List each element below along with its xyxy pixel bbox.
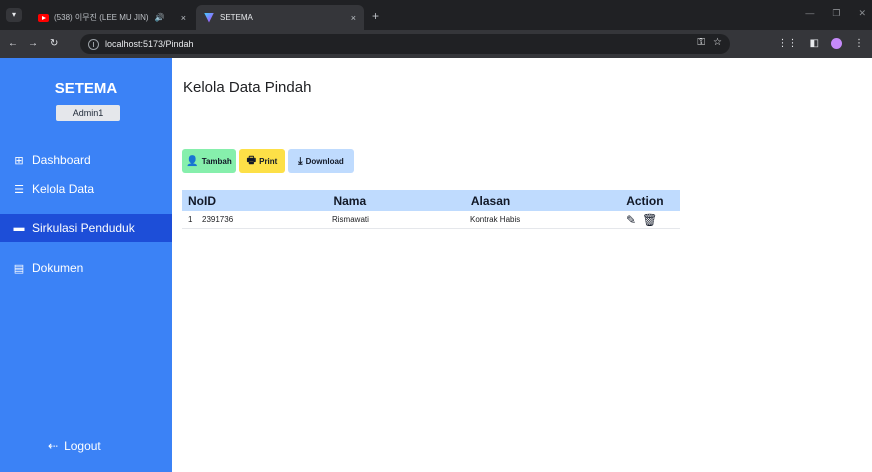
cell-id: 2391736	[202, 215, 234, 224]
page-title: Kelola Data Pindah	[183, 79, 312, 96]
header-action: Action	[626, 193, 664, 208]
url-text: localhost:5173/Pindah	[105, 39, 194, 49]
tab-youtube[interactable]: (538) 이무진 (LEE MU JIN) 🔊 ×	[30, 5, 194, 30]
printer-icon: 🖶	[246, 154, 257, 166]
cell-no: 1	[188, 215, 193, 224]
browser-tab-bar: ▾ (538) 이무진 (LEE MU JIN) 🔊 × SETEMA × + …	[0, 0, 872, 30]
document-icon: ▤	[13, 262, 25, 275]
reload-icon[interactable]: ↻	[50, 38, 58, 49]
logout-button[interactable]: ⇠ Logout	[48, 439, 101, 453]
bookmark-star-icon[interactable]: ☆	[713, 37, 722, 48]
download-icon: ⤓	[298, 155, 303, 167]
tab-setema[interactable]: SETEMA ×	[196, 5, 364, 30]
download-button[interactable]: ⤓ Download	[288, 149, 354, 173]
data-table: No. ID Nama Alasan Action 1 2391736 Rism…	[182, 190, 680, 229]
print-button[interactable]: 🖶 Print	[239, 149, 285, 173]
user-badge: Admin1	[56, 105, 120, 121]
tab-setema-title: SETEMA	[220, 13, 253, 22]
sidebar: SETEMA Admin1 ⊞ Dashboard ☰ Kelola Data …	[0, 58, 172, 472]
sidebar-item-label: Sirkulasi Penduduk	[32, 221, 135, 235]
header-id: ID	[204, 193, 216, 208]
sidebar-item-label: Dokumen	[32, 261, 84, 275]
minimize-icon[interactable]: —	[805, 8, 814, 19]
tambah-label: Tambah	[201, 156, 232, 166]
speaker-icon[interactable]: 🔊	[155, 13, 165, 22]
database-icon: ☰	[14, 183, 24, 196]
cell-nama: Rismawati	[332, 215, 369, 224]
extensions-icon[interactable]: ⋮⋮	[778, 38, 798, 49]
window-controls: — ❐ ✕	[805, 8, 866, 19]
add-user-icon: 👤	[186, 155, 199, 167]
url-input[interactable]: localhost:5173/Pindah ⚿ ☆	[80, 34, 730, 54]
menu-kebab-icon[interactable]: ⋮	[854, 38, 864, 49]
dashboard-icon: ⊞	[14, 154, 24, 167]
sidebar-item-label: Dashboard	[32, 153, 91, 167]
logout-icon: ⇠	[48, 439, 59, 453]
restore-icon[interactable]: ❐	[832, 8, 840, 19]
brand-title: SETEMA	[54, 80, 118, 97]
back-arrow-icon[interactable]: ←	[8, 38, 18, 49]
sidebar-item-dashboard[interactable]: ⊞ Dashboard	[0, 146, 172, 174]
browser-address-bar: ← → ↻ localhost:5173/Pindah ⚿ ☆ ⋮⋮ ◧ ⋮	[0, 30, 872, 58]
key-icon[interactable]: ⚿	[697, 37, 705, 48]
sidebar-item-sirkulasi-penduduk[interactable]: ▬ Sirkulasi Penduduk	[0, 214, 172, 242]
table-row: 1 2391736 Rismawati Kontrak Habis ✎ 🗑	[182, 211, 680, 229]
table-header: No. ID Nama Alasan Action	[182, 190, 680, 211]
header-no: No.	[188, 193, 208, 208]
new-tab-button[interactable]: +	[372, 9, 379, 23]
print-label: Print	[259, 156, 278, 166]
cell-alasan: Kontrak Habis	[470, 215, 521, 224]
edit-icon[interactable]: ✎	[626, 213, 636, 227]
close-window-icon[interactable]: ✕	[858, 8, 866, 19]
logout-label: Logout	[64, 439, 101, 453]
tab-search-button[interactable]: ▾	[6, 8, 22, 22]
sidebar-item-kelola-data[interactable]: ☰ Kelola Data	[0, 175, 172, 203]
card-icon: ▬	[13, 222, 25, 234]
site-info-icon[interactable]	[88, 38, 99, 50]
header-alasan: Alasan	[470, 193, 511, 208]
vite-icon	[204, 12, 214, 23]
tab-youtube-title: (538) 이무진 (LEE MU JIN)	[54, 13, 149, 22]
sidepanel-icon[interactable]: ◧	[810, 38, 819, 49]
sidebar-item-label: Kelola Data	[32, 182, 95, 196]
header-nama: Nama	[333, 193, 367, 208]
trash-icon[interactable]: 🗑	[642, 213, 657, 227]
cell-action: ✎ 🗑	[626, 213, 680, 227]
tambah-button[interactable]: 👤 Tambah	[182, 149, 236, 173]
tab-close-icon[interactable]: ×	[351, 13, 356, 23]
sidebar-item-dokumen[interactable]: ▤ Dokumen	[0, 254, 172, 282]
download-label: Download	[305, 156, 344, 166]
profile-avatar[interactable]	[831, 38, 842, 49]
tab-close-icon[interactable]: ×	[181, 13, 186, 23]
youtube-icon	[38, 13, 49, 22]
forward-arrow-icon[interactable]: →	[28, 38, 38, 49]
